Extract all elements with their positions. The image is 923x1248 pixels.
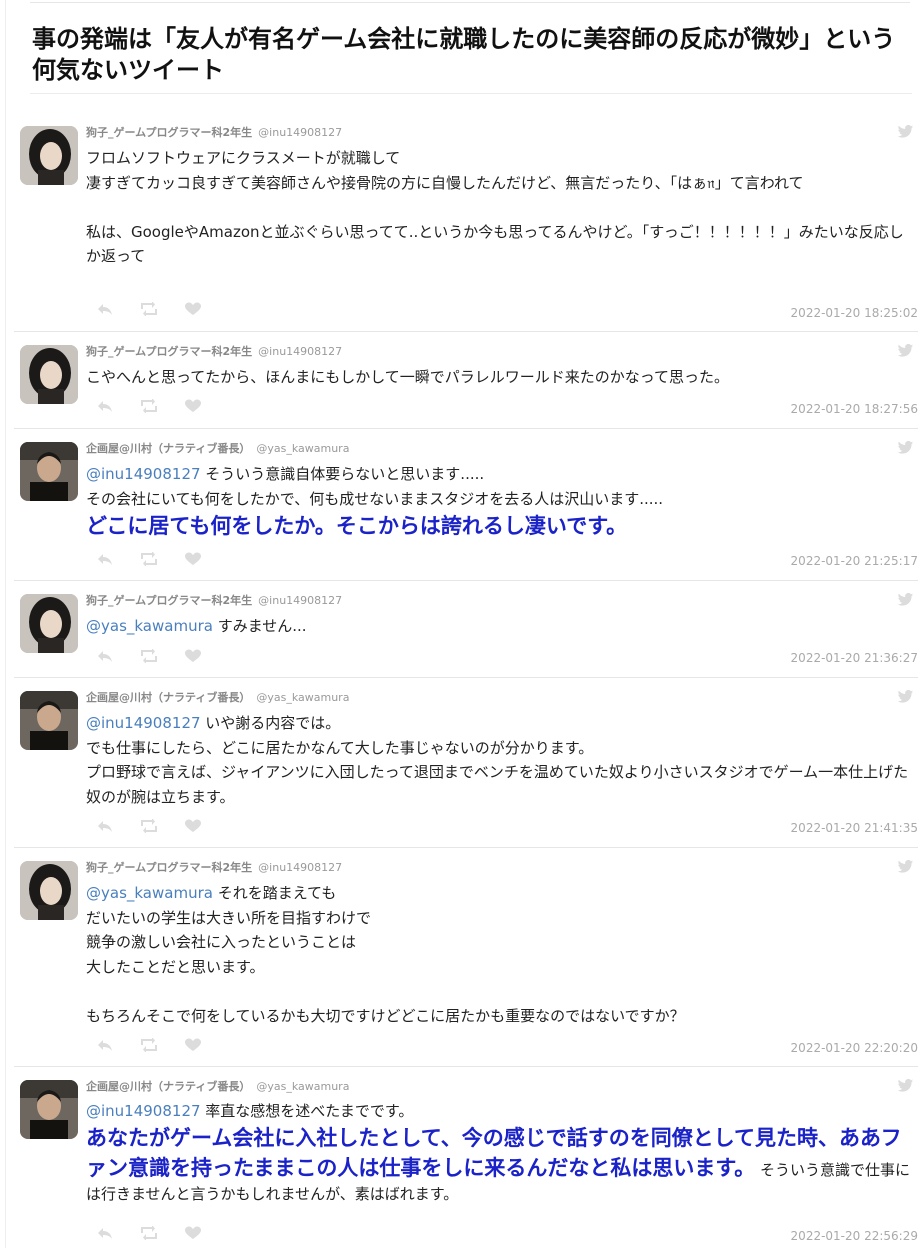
tweet-card: 企画屋@川村（ナラティブ番長） @yas_kawamura @inu1490812… [14,1079,918,1248]
mention-link[interactable]: @inu14908127 [86,714,201,732]
tweet-card: 狗子_ゲームプログラマー科2年生 @inu14908127 フロムソフトウェアにク… [14,125,918,332]
tweet-timestamp[interactable]: 2022-01-20 22:20:20 [791,1041,918,1055]
user-display-name[interactable]: 狗子_ゲームプログラマー科2年生 [86,594,252,607]
tweet-actions [96,1038,216,1054]
like-icon[interactable] [184,649,202,663]
tweet-timestamp[interactable]: 2022-01-20 22:56:29 [791,1229,918,1243]
emphasized-text: どこに居ても何をしたか。そこからは誇れるし凄いです。 [86,514,628,538]
tweet-timestamp[interactable]: 2022-01-20 21:36:27 [791,651,918,665]
twitter-bird-icon[interactable] [897,1079,914,1093]
user-handle[interactable]: @yas_kawamura [256,1080,349,1093]
user-display-name[interactable]: 狗子_ゲームプログラマー科2年生 [86,861,252,874]
twitter-bird-icon[interactable] [897,441,914,455]
tweet-actions [96,399,216,415]
mention-link[interactable]: @inu14908127 [86,465,201,483]
avatar-inu[interactable] [20,861,78,920]
reply-icon[interactable] [96,819,114,833]
avatar-yas[interactable] [20,442,78,501]
like-icon[interactable] [184,1038,202,1052]
user-handle[interactable]: @inu14908127 [258,861,342,874]
tweet-divider [14,331,918,332]
tweet-meta: 狗子_ゲームプログラマー科2年生 @inu14908127 [86,861,342,874]
tweet-divider [14,1066,918,1067]
retweet-icon[interactable] [140,819,158,833]
tweet-text: @inu14908127 率直な感想を述べたまでです。 あなたがゲーム会社に入社… [86,1102,911,1203]
avatar-inu[interactable] [20,126,78,185]
avatar-yas[interactable] [20,691,78,750]
tweet-card: 狗子_ゲームプログラマー科2年生 @inu14908127 @yas_kawamu… [14,593,918,678]
tweet-actions [96,1226,216,1242]
top-divider [30,2,910,3]
tweet-meta: 企画屋@川村（ナラティブ番長） @yas_kawamura [86,442,349,455]
reply-icon[interactable] [96,399,114,413]
user-display-name[interactable]: 狗子_ゲームプログラマー科2年生 [86,126,252,139]
retweet-icon[interactable] [140,552,158,566]
tweet-timestamp[interactable]: 2022-01-20 21:41:35 [791,821,918,835]
page-title: 事の発端は「友人が有名ゲーム会社に就職したのに美容師の反応が微妙」という何気ない… [32,25,896,84]
tweet-actions [96,649,216,665]
retweet-icon[interactable] [140,1038,158,1052]
user-handle[interactable]: @inu14908127 [258,594,342,607]
user-handle[interactable]: @yas_kawamura [256,691,349,704]
twitter-bird-icon[interactable] [897,125,914,139]
tweet-divider [14,847,918,848]
like-icon[interactable] [184,819,202,833]
tweet-divider [14,677,918,678]
tweet-text: @inu14908127 そういう意識自体要らないと思います..... その会社… [86,465,664,538]
like-icon[interactable] [184,302,202,316]
retweet-icon[interactable] [140,399,158,413]
tweet-timestamp[interactable]: 2022-01-20 18:27:56 [791,402,918,416]
reply-icon[interactable] [96,302,114,316]
user-display-name[interactable]: 狗子_ゲームプログラマー科2年生 [86,345,252,358]
tweet-actions [96,302,216,318]
twitter-bird-icon[interactable] [897,593,914,607]
reply-icon[interactable] [96,1226,114,1240]
tweet-card: 狗子_ゲームプログラマー科2年生 @inu14908127 こやへんと思ってたから… [14,344,918,429]
tweet-timestamp[interactable]: 2022-01-20 18:25:02 [791,306,918,320]
user-display-name[interactable]: 企画屋@川村（ナラティブ番長） [86,1080,250,1093]
tweet-meta: 狗子_ゲームプログラマー科2年生 @inu14908127 [86,126,342,139]
mention-link[interactable]: @inu14908127 [86,1102,201,1120]
retweet-icon[interactable] [140,302,158,316]
tweet-actions [96,552,216,568]
tweet-timestamp[interactable]: 2022-01-20 21:25:17 [791,554,918,568]
mention-link[interactable]: @yas_kawamura [86,884,213,902]
tweet-text: フロムソフトウェアにクラスメートが就職して 凄すぎてカッコ良すぎて美容師さんや接… [86,149,904,265]
tweet-card: 狗子_ゲームプログラマー科2年生 @inu14908127 @yas_kawamu… [14,860,918,1067]
tweet-actions [96,819,216,835]
tweet-meta: 狗子_ゲームプログラマー科2年生 @inu14908127 [86,594,342,607]
user-display-name[interactable]: 企画屋@川村（ナラティブ番長） [86,442,250,455]
tweet-meta: 企画屋@川村（ナラティブ番長） @yas_kawamura [86,1080,349,1093]
retweet-icon[interactable] [140,649,158,663]
user-handle[interactable]: @inu14908127 [258,126,342,139]
tweet-divider [14,428,918,429]
reply-icon[interactable] [96,1038,114,1052]
avatar-inu[interactable] [20,345,78,404]
tweet-card: 企画屋@川村（ナラティブ番長） @yas_kawamura @inu1490812… [14,690,918,848]
mention-link[interactable]: @yas_kawamura [86,617,213,635]
tweet-divider [14,580,918,581]
user-display-name[interactable]: 企画屋@川村（ナラティブ番長） [86,691,250,704]
tweet-text: @yas_kawamura すみません... [86,617,307,635]
tweet-meta: 企画屋@川村（ナラティブ番長） @yas_kawamura [86,691,349,704]
like-icon[interactable] [184,1226,202,1240]
tweet-text: @inu14908127 いや謝る内容では。 でも仕事にしたら、どこに居たかなん… [86,714,909,806]
tweet-card: 企画屋@川村（ナラティブ番長） @yas_kawamura @inu1490812… [14,441,918,581]
avatar-yas[interactable] [20,1080,78,1139]
tweet-text: こやへんと思ってたから、ほんまにもしかして一瞬でパラレルワールド来たのかなって思… [86,368,730,386]
twitter-bird-icon[interactable] [897,344,914,358]
tweet-text: @yas_kawamura それを踏まえても だいたいの学生は大きい所を目指すわ… [86,884,685,1025]
twitter-bird-icon[interactable] [897,860,914,874]
user-handle[interactable]: @yas_kawamura [256,442,349,455]
like-icon[interactable] [184,552,202,566]
twitter-bird-icon[interactable] [897,690,914,704]
avatar-inu[interactable] [20,594,78,653]
retweet-icon[interactable] [140,1226,158,1240]
title-divider [30,93,912,94]
like-icon[interactable] [184,399,202,413]
tweet-meta: 狗子_ゲームプログラマー科2年生 @inu14908127 [86,345,342,358]
reply-icon[interactable] [96,552,114,566]
user-handle[interactable]: @inu14908127 [258,345,342,358]
reply-icon[interactable] [96,649,114,663]
